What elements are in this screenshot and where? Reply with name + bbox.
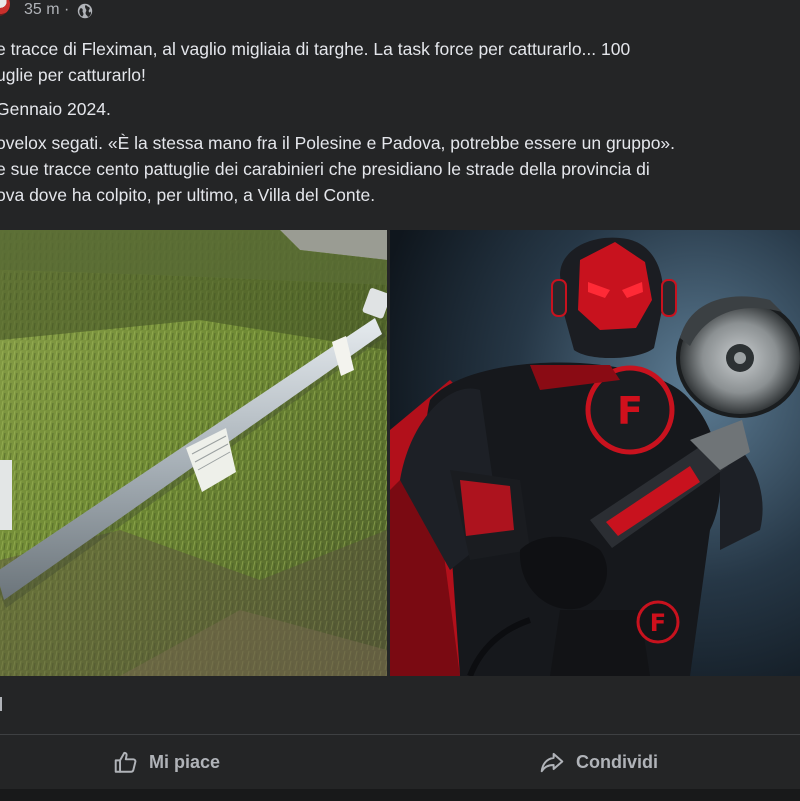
- post-text-line: uglie per catturarlo!: [0, 65, 146, 85]
- like-button[interactable]: Mi piace: [113, 745, 220, 779]
- post-text-line: e tracce di Fleximan, al vaglio migliaia…: [0, 39, 631, 59]
- chest-emblem-letter: F: [617, 389, 643, 433]
- post-text-line: e sue tracce cento pattuglie dei carabin…: [0, 159, 650, 179]
- like-label: Mi piace: [149, 751, 221, 772]
- share-arrow-icon: [540, 752, 564, 773]
- actions-divider: [0, 734, 800, 735]
- post-text-line: ovelox segati. «È la stessa mano fra il …: [0, 133, 676, 153]
- post-text: e tracce di Fleximan, al vaglio migliaia…: [0, 36, 796, 208]
- post-images: F F: [0, 230, 800, 676]
- illustration-red-black-superhero-with-grinder[interactable]: F F: [390, 230, 800, 676]
- thumbs-up-icon: [114, 751, 137, 773]
- photo-fallen-speed-camera-pole[interactable]: [0, 230, 387, 676]
- avatar[interactable]: [0, 0, 10, 16]
- truncated-indicator: [0, 697, 2, 711]
- post-text-line: ova dove ha colpito, per ultimo, a Villa…: [0, 185, 376, 205]
- share-button[interactable]: Condividi: [538, 745, 658, 779]
- bottom-strip: [0, 789, 800, 801]
- post-text-line: Gennaio 2024.: [0, 99, 111, 119]
- globe-icon: [77, 3, 93, 19]
- share-label: Condividi: [576, 751, 658, 772]
- belt-emblem-letter: F: [650, 609, 666, 637]
- post-header: 35 m ·: [0, 0, 800, 26]
- post-timestamp[interactable]: 35 m ·: [24, 1, 69, 19]
